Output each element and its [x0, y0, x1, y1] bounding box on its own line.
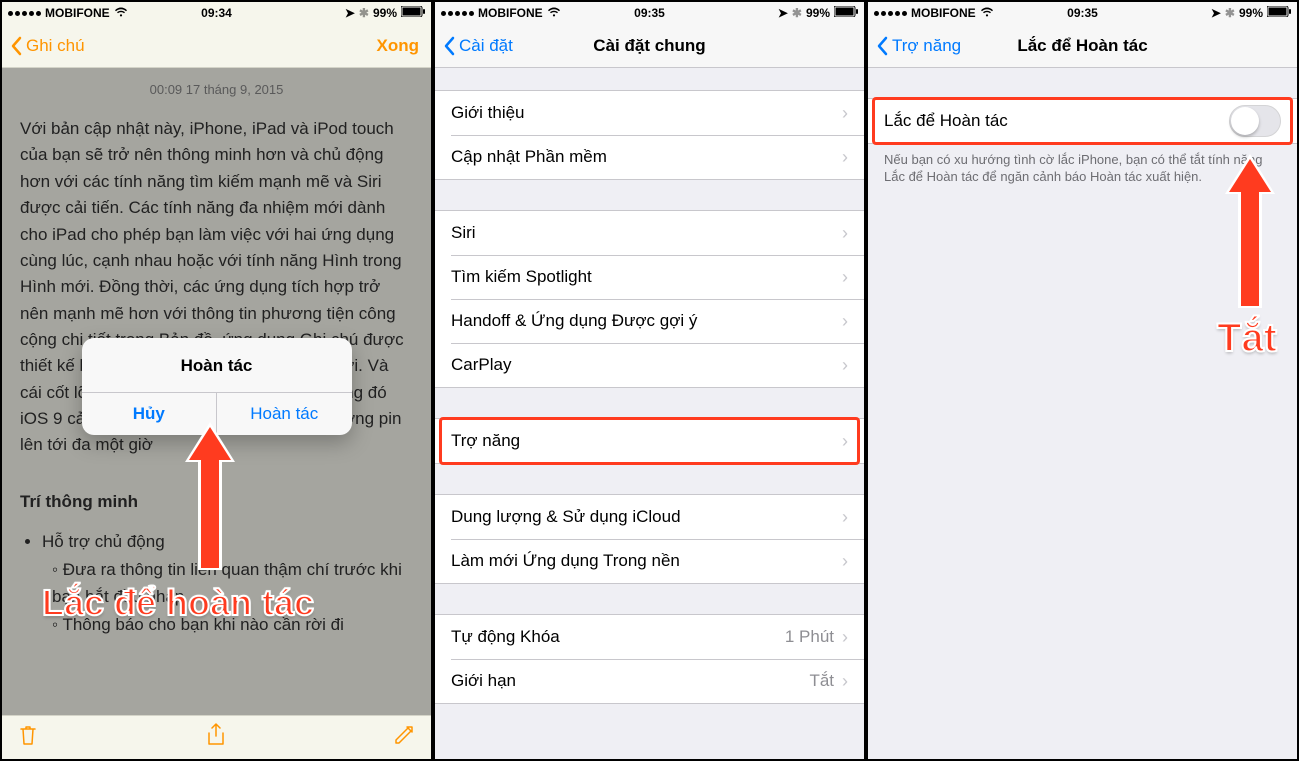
settings-group: Giới thiệu › Cập nhật Phần mềm › — [435, 90, 864, 180]
nav-bar: Trợ năng Lắc để Hoàn tác — [868, 24, 1297, 68]
note-heading: Trí thông minh — [20, 489, 413, 515]
row-accessibility[interactable]: Trợ năng › — [435, 419, 864, 463]
row-label: CarPlay — [451, 355, 511, 375]
row-handoff[interactable]: Handoff & Ứng dụng Được gợi ý › — [435, 299, 864, 343]
phone-3-shake-to-undo: MOBIFONE 09:35 ➤ ✱ 99% Trợ năng Lắc để H… — [866, 0, 1299, 761]
back-button[interactable]: Cài đặt — [443, 36, 513, 56]
status-bar: MOBIFONE 09:35 ➤ ✱ 99% — [435, 2, 864, 24]
share-icon[interactable] — [206, 723, 226, 753]
settings-list[interactable]: Giới thiệu › Cập nhật Phần mềm › Siri › Tìm… — [435, 68, 864, 759]
nav-bar: Cài đặt Cài đặt chung — [435, 24, 864, 68]
settings-group: Tự động Khóa 1 Phút › Giới hạn Tắt › — [435, 614, 864, 704]
row-carplay[interactable]: CarPlay › — [435, 343, 864, 387]
row-detail: 1 Phút — [785, 627, 834, 647]
back-label: Cài đặt — [459, 36, 513, 56]
note-bullets: Hỗ trợ chủ động Đưa ra thông tin liên qu… — [42, 529, 413, 638]
chevron-left-icon — [10, 36, 22, 56]
list-item: Hỗ trợ chủ động — [42, 529, 413, 555]
chevron-right-icon: › — [842, 431, 848, 452]
compose-icon[interactable] — [393, 724, 415, 752]
chevron-left-icon — [443, 36, 455, 56]
row-auto-lock[interactable]: Tự động Khóa 1 Phút › — [435, 615, 864, 659]
row-storage[interactable]: Dung lượng & Sử dụng iCloud › — [435, 495, 864, 539]
row-label: Trợ năng — [451, 431, 520, 451]
row-label: Lắc để Hoàn tác — [884, 111, 1008, 131]
chevron-right-icon: › — [842, 507, 848, 528]
toggle-switch[interactable] — [1229, 105, 1281, 137]
row-label: Handoff & Ứng dụng Được gợi ý — [451, 311, 697, 331]
status-bar: MOBIFONE 09:35 ➤ ✱ 99% — [868, 2, 1297, 24]
chevron-right-icon: › — [842, 267, 848, 288]
trash-icon[interactable] — [18, 724, 38, 752]
row-background-refresh[interactable]: Làm mới Ứng dụng Trong nền › — [435, 539, 864, 583]
alert-title: Hoàn tác — [82, 338, 352, 392]
chevron-right-icon: › — [842, 103, 848, 124]
row-label: Tìm kiếm Spotlight — [451, 267, 592, 287]
back-button[interactable]: Trợ năng — [876, 36, 961, 56]
alert-undo-button[interactable]: Hoàn tác — [217, 393, 352, 435]
chevron-right-icon: › — [842, 355, 848, 376]
bluetooth-icon: ✱ — [792, 6, 802, 20]
toggle-knob — [1231, 107, 1259, 135]
row-restrictions[interactable]: Giới hạn Tắt › — [435, 659, 864, 703]
row-software-update[interactable]: Cập nhật Phần mềm › — [435, 135, 864, 179]
row-label: Siri — [451, 223, 476, 243]
done-button[interactable]: Xong — [377, 36, 420, 56]
row-siri[interactable]: Siri › — [435, 211, 864, 255]
notes-toolbar — [2, 715, 431, 759]
chevron-right-icon: › — [842, 671, 848, 692]
row-label: Giới thiệu — [451, 103, 525, 123]
phone-1-notes: MOBIFONE 09:34 ➤ ✱ 99% Ghi chú Xong 00:0… — [0, 0, 433, 761]
row-spotlight[interactable]: Tìm kiếm Spotlight › — [435, 255, 864, 299]
list-item: Thông báo cho bạn khi nào cần rời đi — [52, 612, 413, 638]
chevron-right-icon: › — [842, 147, 848, 168]
row-label: Làm mới Ứng dụng Trong nền — [451, 551, 680, 571]
settings-group: Siri › Tìm kiếm Spotlight › Handoff & Ứng … — [435, 210, 864, 388]
row-label: Tự động Khóa — [451, 627, 560, 647]
annotation-label: Tắt — [1217, 316, 1277, 361]
back-label: Ghi chú — [26, 36, 85, 56]
row-label: Dung lượng & Sử dụng iCloud — [451, 507, 681, 527]
page-title: Lắc để Hoàn tác — [1017, 36, 1147, 56]
page-title: Cài đặt chung — [593, 36, 705, 56]
row-shake-to-undo[interactable]: Lắc để Hoàn tác — [868, 99, 1297, 143]
row-about[interactable]: Giới thiệu › — [435, 91, 864, 135]
settings-group: Trợ năng › — [435, 418, 864, 464]
row-label: Cập nhật Phần mềm — [451, 147, 607, 167]
status-bar: MOBIFONE 09:34 ➤ ✱ 99% — [2, 2, 431, 24]
bluetooth-icon: ✱ — [1225, 6, 1235, 20]
row-detail: Tắt — [809, 671, 834, 691]
alert-cancel-button[interactable]: Hủy — [82, 393, 218, 435]
back-button[interactable]: Ghi chú — [10, 36, 85, 56]
chevron-right-icon: › — [842, 551, 848, 572]
footer-text: Nếu bạn có xu hướng tình cờ lắc iPhone, … — [868, 144, 1297, 186]
bluetooth-icon: ✱ — [359, 6, 369, 20]
list-item: Đưa ra thông tin liên quan thậm chí trướ… — [52, 557, 413, 610]
back-label: Trợ năng — [892, 36, 961, 56]
settings-group: Lắc để Hoàn tác — [868, 98, 1297, 144]
chevron-right-icon: › — [842, 311, 848, 332]
settings-group: Dung lượng & Sử dụng iCloud › Làm mới Ứng… — [435, 494, 864, 584]
chevron-right-icon: › — [842, 627, 848, 648]
row-label: Giới hạn — [451, 671, 516, 691]
note-date: 00:09 17 tháng 9, 2015 — [20, 80, 413, 100]
chevron-left-icon — [876, 36, 888, 56]
phone-2-settings-general: MOBIFONE 09:35 ➤ ✱ 99% Cài đặt Cài đặt c… — [433, 0, 866, 761]
settings-list: Lắc để Hoàn tác Nếu bạn có xu hướng tình… — [868, 68, 1297, 759]
chevron-right-icon: › — [842, 223, 848, 244]
undo-alert: Hoàn tác Hủy Hoàn tác — [82, 338, 352, 435]
nav-bar: Ghi chú Xong — [2, 24, 431, 68]
